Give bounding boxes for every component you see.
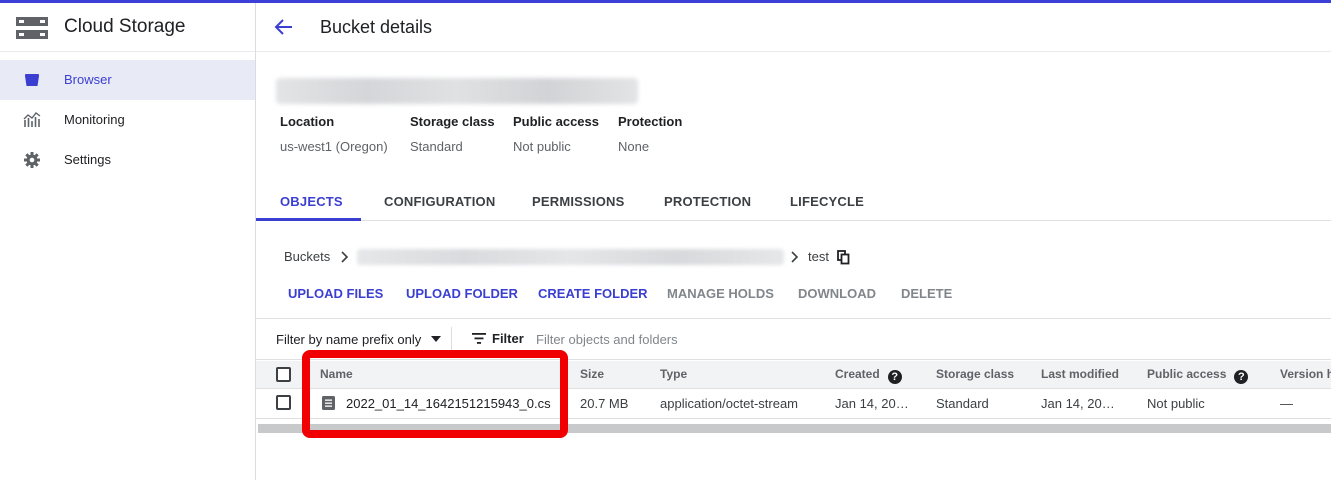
manage-holds-button[interactable]: MANAGE HOLDS [667,286,774,301]
page-header: Bucket details [256,3,1331,52]
sidebar-item-label: Monitoring [64,112,125,127]
app-title: Cloud Storage [64,16,186,37]
divider [451,327,452,351]
horizontal-scrollbar[interactable] [258,424,1331,433]
table-header: Name Size Type Created? Storage class La… [256,361,1331,389]
upload-files-button[interactable]: UPLOAD FILES [288,286,383,301]
bucket-name-redacted [276,78,638,104]
info-value: Not public [513,139,571,154]
file-icon [322,396,335,410]
arrow-left-icon[interactable] [272,15,296,39]
info-label: Location [280,114,335,129]
info-location: Location us-west1 (Oregon) [280,114,388,154]
chevron-right-icon [341,251,349,263]
column-header-label: Public access [1147,367,1227,381]
breadcrumb-current: test [808,249,829,264]
sidebar: Cloud Storage Browser Monitoring Setting… [0,3,256,480]
filter-button[interactable]: Filter [472,331,524,346]
storage-logo-icon [16,17,48,39]
column-header-label: Created [835,367,880,381]
tab-configuration[interactable]: CONFIGURATION [384,194,495,209]
filter-mode-label: Filter by name prefix only [276,332,422,347]
help-icon[interactable]: ? [887,370,902,384]
tab-permissions[interactable]: PERMISSIONS [532,194,625,209]
info-protection: Protection None [618,114,682,154]
delete-button[interactable]: DELETE [901,286,952,301]
gear-icon [24,152,40,168]
tab-objects[interactable]: OBJECTS [280,194,343,209]
filter-bar: Filter by name prefix only Filter [256,318,1331,360]
sidebar-item-monitoring[interactable]: Monitoring [0,100,255,140]
select-all-checkbox[interactable] [276,367,291,382]
create-folder-button[interactable]: CREATE FOLDER [538,286,648,301]
info-value: Standard [410,139,463,154]
info-label: Storage class [410,114,495,129]
sidebar-item-label: Settings [64,152,111,167]
copy-icon[interactable] [837,250,850,265]
cell-storage-class: Standard [936,396,989,411]
breadcrumb-buckets[interactable]: Buckets [284,249,330,264]
cell-public-access: Not public [1147,396,1205,411]
row-checkbox[interactable] [276,395,291,410]
chevron-right-icon [791,251,799,263]
file-name-link[interactable]: 2022_01_14_1642151215943_0.cs [346,396,551,411]
filter-input[interactable] [536,329,836,349]
page-title: Bucket details [320,17,433,37]
column-header-created[interactable]: Created? [835,367,902,384]
cell-type: application/octet-stream [660,396,799,411]
sidebar-header: Cloud Storage [0,3,255,52]
column-header-public-access[interactable]: Public access? [1147,367,1249,384]
info-public-access: Public access Not public [513,114,599,154]
sidebar-item-browser[interactable]: Browser [0,60,255,100]
column-header-storage-class[interactable]: Storage class [936,367,1014,381]
breadcrumb-path-redacted [357,249,784,265]
bucket-icon [25,74,39,86]
help-icon[interactable]: ? [1234,370,1249,384]
download-button[interactable]: DOWNLOAD [798,286,876,301]
caret-down-icon [430,336,441,342]
tab-bar: OBJECTS CONFIGURATION PERMISSIONS PROTEC… [256,184,1331,221]
active-tab-indicator [256,218,361,221]
filter-button-label: Filter [492,331,524,346]
info-storage-class: Storage class Standard [410,114,495,154]
tab-lifecycle[interactable]: LIFECYCLE [790,194,864,209]
column-header-version[interactable]: Version h [1280,367,1331,381]
filter-icon [472,333,486,344]
cell-created: Jan 14, 20… [835,396,909,411]
column-header-type[interactable]: Type [660,367,687,381]
info-value: None [618,139,650,154]
column-header-size[interactable]: Size [580,367,604,381]
table-row: 2022_01_14_1642151215943_0.cs 20.7 MB ap… [256,389,1331,419]
tab-protection[interactable]: PROTECTION [664,194,751,209]
sidebar-item-label: Browser [64,72,112,87]
info-label: Protection [618,114,683,129]
info-label: Public access [513,114,599,129]
upload-folder-button[interactable]: UPLOAD FOLDER [406,286,518,301]
cell-last-modified: Jan 14, 20… [1041,396,1115,411]
sidebar-item-settings[interactable]: Settings [0,140,255,180]
info-value: us-west1 (Oregon) [280,139,388,154]
cell-size: 20.7 MB [580,396,629,411]
cell-version: — [1280,396,1293,411]
chart-icon [23,112,41,127]
column-header-name[interactable]: Name [320,367,353,381]
column-header-last-modified[interactable]: Last modified [1041,367,1119,381]
filter-mode-select[interactable]: Filter by name prefix only [276,332,441,347]
